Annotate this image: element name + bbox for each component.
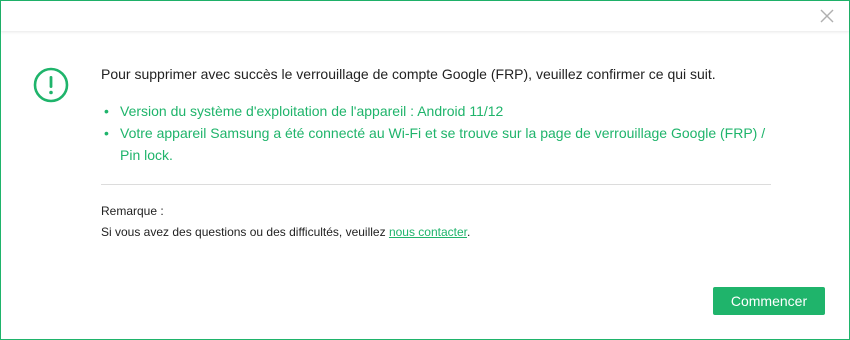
frp-confirm-dialog: Pour supprimer avec succès le verrouilla…	[0, 0, 850, 340]
note-text: Si vous avez des questions ou des diffic…	[101, 225, 470, 240]
note-label: Remarque :	[101, 204, 164, 218]
start-button[interactable]: Commencer	[713, 287, 825, 315]
confirm-message: Pour supprimer avec succès le verrouilla…	[101, 66, 716, 82]
dialog-titlebar	[1, 1, 849, 31]
bullet: •	[104, 103, 109, 119]
note-text-before: Si vous avez des questions ou des diffic…	[101, 225, 389, 239]
contact-link[interactable]: nous contacter	[389, 225, 467, 239]
dialog-content: Pour supprimer avec succès le verrouilla…	[101, 65, 781, 166]
note-text-after: .	[467, 225, 471, 239]
requirement-item: • Votre appareil Samsung a été connecté …	[101, 122, 773, 166]
close-button[interactable]	[819, 8, 835, 24]
exclamation-circle-icon	[33, 67, 69, 103]
requirement-text: Version du système d'exploitation de l'a…	[120, 103, 504, 119]
requirements-list: • Version du système d'exploitation de l…	[101, 100, 773, 166]
bullet: •	[104, 125, 109, 141]
requirement-text: Votre appareil Samsung a été connecté au…	[120, 125, 766, 163]
close-icon	[820, 9, 834, 23]
divider	[101, 184, 771, 185]
requirement-item: • Version du système d'exploitation de l…	[101, 100, 773, 122]
